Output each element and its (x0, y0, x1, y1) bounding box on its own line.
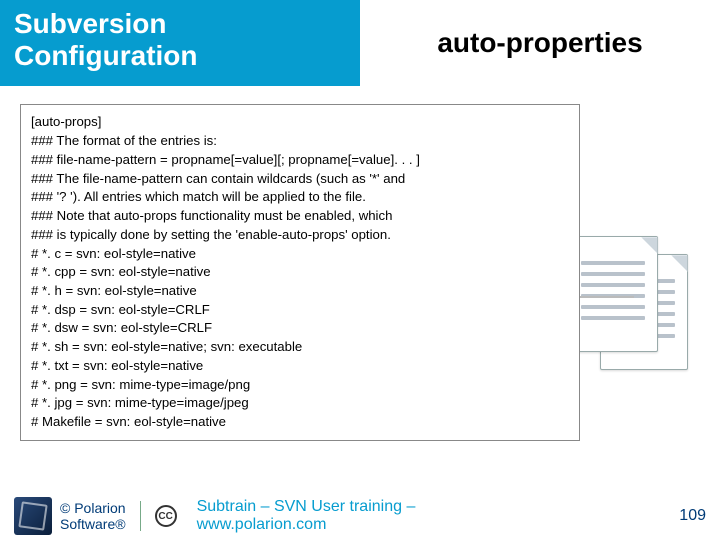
document-stack-icon (570, 236, 690, 386)
code-line: ### '? '). All entries which match will … (31, 188, 569, 207)
code-line: # *. dsp = svn: eol-style=CRLF (31, 301, 569, 320)
slide-body: [auto-props]### The format of the entrie… (0, 86, 720, 486)
footer-divider (140, 501, 141, 531)
header-right-title: auto-properties (437, 27, 642, 59)
code-line: # *. h = svn: eol-style=native (31, 282, 569, 301)
code-line: # *. cpp = svn: eol-style=native (31, 263, 569, 282)
code-line: ### The format of the entries is: (31, 132, 569, 151)
cc-license-icon: CC (155, 505, 177, 527)
code-line: # *. jpg = svn: mime-type=image/jpeg (31, 394, 569, 413)
code-line: # *. dsw = svn: eol-style=CRLF (31, 319, 569, 338)
slide: Subversion Configuration auto-properties… (0, 0, 720, 540)
code-line: # *. png = svn: mime-type=image/png (31, 376, 569, 395)
code-line: ### is typically done by setting the 'en… (31, 226, 569, 245)
code-line: [auto-props] (31, 113, 569, 132)
code-line: # *. c = svn: eol-style=native (31, 245, 569, 264)
code-line: # *. sh = svn: eol-style=native; svn: ex… (31, 338, 569, 357)
header-left-title: Subversion Configuration (14, 8, 346, 72)
header-right: auto-properties (360, 0, 720, 86)
code-line: ### file-name-pattern = propname[=value]… (31, 151, 569, 170)
code-line: ### The file-name-pattern can contain wi… (31, 170, 569, 189)
slide-header: Subversion Configuration auto-properties (0, 0, 720, 86)
slide-footer: © Polarion Software® CC Subtrain – SVN U… (0, 492, 720, 540)
config-snippet: [auto-props]### The format of the entrie… (20, 104, 580, 440)
header-left: Subversion Configuration (0, 0, 360, 86)
footer-center-text: Subtrain – SVN User training – www.polar… (197, 498, 680, 533)
code-line: # *. txt = svn: eol-style=native (31, 357, 569, 376)
polarion-logo-icon (14, 497, 52, 535)
code-line: ### Note that auto-props functionality m… (31, 207, 569, 226)
code-line: # Makefile = svn: eol-style=native (31, 413, 569, 432)
copyright-text: © Polarion Software® (60, 500, 126, 532)
document-page-icon (570, 236, 658, 352)
page-number: 109 (679, 507, 706, 525)
